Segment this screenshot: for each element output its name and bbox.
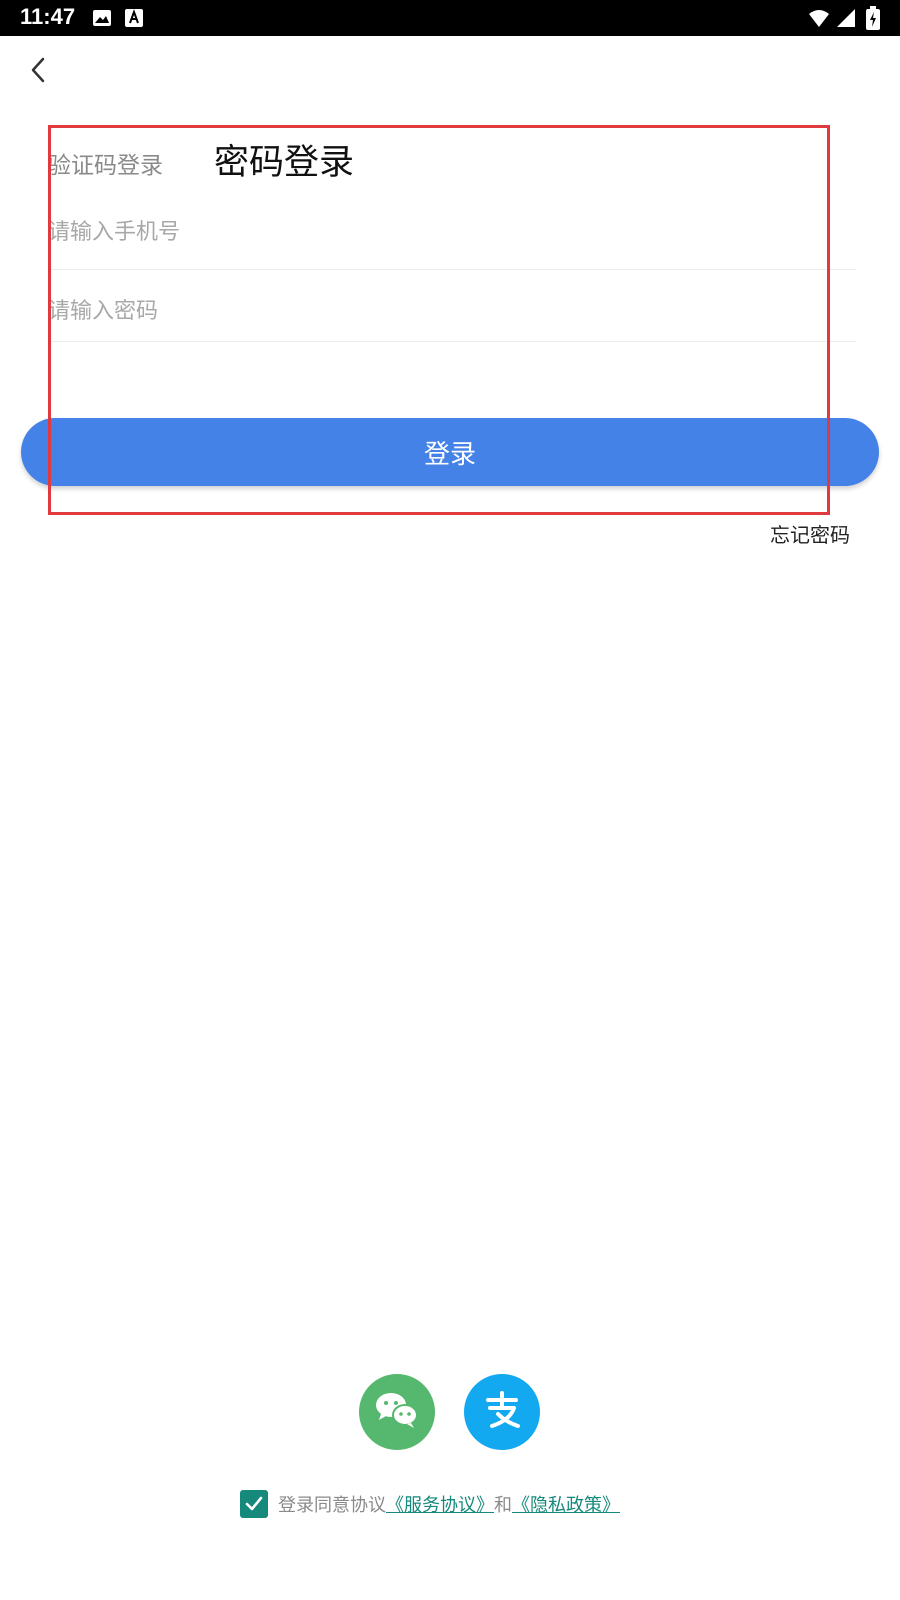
wechat-login-button[interactable]: [359, 1374, 435, 1450]
image-icon: [92, 8, 112, 32]
password-field-row: [48, 286, 856, 342]
agreement-row: 登录同意协议 《服务协议》 和 《隐私政策》: [240, 1489, 620, 1519]
alipay-icon: [480, 1388, 524, 1436]
agreement-prefix: 登录同意协议: [278, 1495, 386, 1516]
tab-sms-login[interactable]: 验证码登录: [48, 146, 163, 180]
battery-icon: [866, 6, 880, 34]
chevron-left-icon: [29, 56, 47, 88]
a-badge-icon: [124, 8, 144, 32]
password-input[interactable]: [48, 286, 856, 336]
status-time: 11:47: [20, 4, 76, 29]
privacy-policy-link[interactable]: 《隐私政策》: [512, 1491, 620, 1517]
agreement-checkbox[interactable]: [240, 1490, 268, 1518]
login-button[interactable]: 登录: [21, 418, 879, 486]
phone-field-row: [48, 206, 856, 270]
forgot-password-link[interactable]: 忘记密码: [770, 519, 850, 548]
service-agreement-link[interactable]: 《服务协议》: [386, 1491, 494, 1517]
status-bar: 11:47: [0, 0, 900, 36]
check-icon: [245, 1496, 263, 1511]
alipay-login-button[interactable]: [464, 1374, 540, 1450]
tab-password-login[interactable]: 密码登录: [214, 134, 354, 185]
back-button[interactable]: [20, 52, 56, 92]
wechat-icon: [373, 1390, 421, 1434]
phone-input[interactable]: [48, 206, 856, 258]
signal-icon: [836, 8, 856, 32]
agreement-joiner: 和: [494, 1495, 512, 1516]
wifi-icon: [808, 8, 830, 32]
